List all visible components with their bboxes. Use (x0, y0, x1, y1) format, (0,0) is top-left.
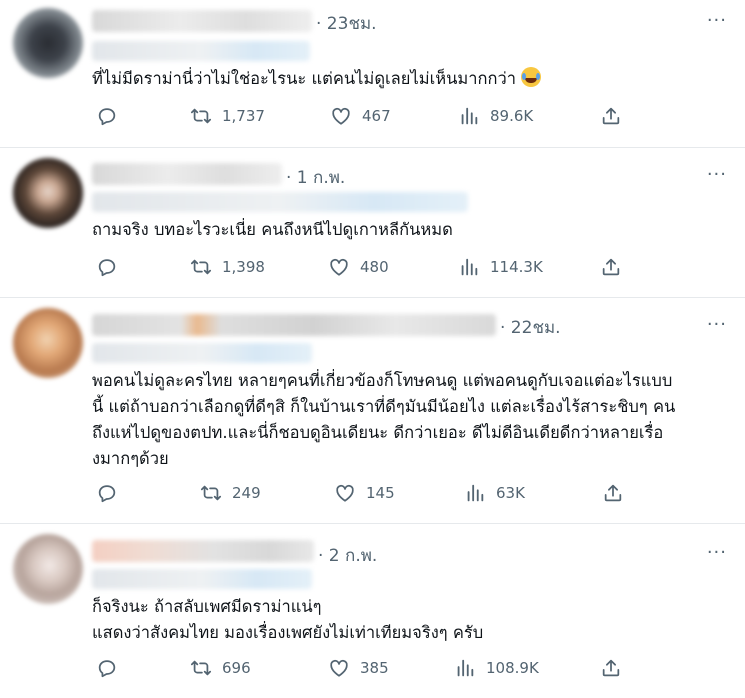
like-button[interactable]: 480 (328, 256, 389, 278)
reply-button[interactable] (96, 256, 128, 278)
share-icon (604, 484, 622, 502)
views-icon (461, 107, 478, 125)
tweet[interactable]: · 22ชม. ··· พอคนไม่ดูละครไทย หลายๆคนที่เ… (0, 298, 745, 524)
tweet[interactable]: · 1 ก.พ. ··· ถามจริง บทอะไรวะเนี่ย คนถึง… (0, 148, 745, 298)
tweet-text-line: นี้ แต่ถ้าบอกว่าเลือกดูที่ดีๆสิ ก็ในบ้าน… (92, 397, 676, 416)
tweet-text: ถามจริง บทอะไรวะเนี่ย คนถึงหนีไปดูเกาหลี… (92, 217, 732, 243)
share-button[interactable] (600, 105, 622, 127)
username-blurred[interactable] (92, 569, 312, 589)
like-button[interactable]: 145 (334, 482, 395, 504)
share-button[interactable] (602, 482, 624, 504)
tweet-text: ที่ไม่มีดราม่านี่ว่าไม่ใช่อะไรนะ แต่คนไม… (92, 66, 732, 92)
views-button[interactable]: 63K (464, 482, 525, 504)
tweet-text-line: แสดงว่าสังคมไทย มองเรื่องเพศยังไม่เท่าเท… (92, 623, 484, 642)
tweet-timestamp[interactable]: · 1 ก.พ. (286, 164, 345, 191)
views-button[interactable]: 108.9K (454, 657, 539, 679)
tweet-text-line: ก็จริงนะ ถ้าสลับเพศมีดราม่าแน่ๆ (92, 597, 322, 616)
tweet-timestamp[interactable]: · 2 ก.พ. (318, 542, 377, 569)
tweet[interactable]: · 2 ก.พ. ··· ก็จริงนะ ถ้าสลับเพศมีดราม่า… (0, 524, 745, 698)
more-options-icon[interactable]: ··· (707, 314, 727, 335)
tweet-text-line: ถึงแห่ไปดูของตปท.และนี่ก็ชอบดูอินเดียนะ … (92, 423, 664, 442)
reply-icon (98, 259, 116, 277)
tweet-actions: 1,398 480 114.3K (92, 256, 732, 286)
views-button[interactable]: 114.3K (458, 256, 543, 278)
retweet-button[interactable]: 1,737 (190, 105, 265, 127)
avatar[interactable] (13, 158, 83, 228)
avatar[interactable] (13, 534, 83, 604)
username-blurred[interactable] (92, 41, 310, 61)
share-icon (602, 107, 620, 125)
retweet-icon (190, 660, 212, 676)
reply-button[interactable] (96, 657, 128, 679)
reply-button[interactable] (96, 482, 128, 504)
retweet-button[interactable]: 696 (190, 657, 251, 679)
share-icon (602, 258, 620, 276)
display-name-blurred[interactable] (92, 10, 312, 32)
retweet-button[interactable]: 249 (200, 482, 261, 504)
more-options-icon[interactable]: ··· (707, 542, 727, 563)
like-icon (330, 659, 348, 677)
username-blurred[interactable] (92, 192, 468, 212)
tweet-text-line: พอคนไม่ดูละครไทย หลายๆคนที่เกี่ยวข้องก็โ… (92, 371, 673, 390)
share-icon (602, 659, 620, 677)
tweet-actions: 249 145 63K (92, 482, 732, 512)
avatar[interactable] (13, 308, 83, 378)
tweet-text-line: ที่ไม่มีดราม่านี่ว่าไม่ใช่อะไรนะ แต่คนไม… (92, 66, 732, 92)
retweet-icon (190, 108, 212, 124)
like-button[interactable]: 467 (330, 105, 391, 127)
like-icon (332, 107, 350, 125)
tweet-text-line: งมากๆด้วย (92, 449, 169, 468)
tweet-timestamp[interactable]: · 22ชม. (500, 314, 561, 341)
retweet-icon (190, 259, 212, 275)
display-name-blurred[interactable] (92, 540, 314, 562)
retweet-icon (200, 485, 222, 501)
like-icon (336, 484, 354, 502)
display-name-blurred[interactable] (92, 163, 282, 185)
tears-of-joy-emoji-icon (521, 67, 542, 87)
tweet-actions: 696 385 108.9K (92, 657, 732, 687)
tweet-timestamp[interactable]: · 23ชม. (316, 10, 377, 37)
avatar[interactable] (13, 8, 83, 78)
reply-icon (98, 660, 116, 678)
reply-button[interactable] (96, 105, 128, 127)
views-button[interactable]: 89.6K (458, 105, 533, 127)
retweet-button[interactable]: 1,398 (190, 256, 265, 278)
more-options-icon[interactable]: ··· (707, 164, 727, 185)
like-button[interactable]: 385 (328, 657, 389, 679)
views-icon (457, 659, 474, 677)
username-blurred[interactable] (92, 343, 312, 363)
reply-icon (98, 485, 116, 503)
tweet-text: ก็จริงนะ ถ้าสลับเพศมีดราม่าแน่ๆ แสดงว่าส… (92, 594, 732, 646)
tweet[interactable]: · 23ชม. ··· ที่ไม่มีดราม่านี่ว่าไม่ใช่อะ… (0, 0, 745, 148)
display-name-blurred[interactable] (92, 314, 496, 336)
tweet-text-line: ถามจริง บทอะไรวะเนี่ย คนถึงหนีไปดูเกาหลี… (92, 220, 453, 239)
views-icon (461, 258, 478, 276)
reply-icon (98, 108, 116, 126)
share-button[interactable] (600, 657, 622, 679)
views-icon (467, 484, 484, 502)
tweet-actions: 1,737 467 89.6K (92, 105, 732, 135)
more-options-icon[interactable]: ··· (707, 10, 727, 31)
like-icon (330, 258, 348, 276)
share-button[interactable] (600, 256, 622, 278)
tweet-text: พอคนไม่ดูละครไทย หลายๆคนที่เกี่ยวข้องก็โ… (92, 368, 732, 472)
